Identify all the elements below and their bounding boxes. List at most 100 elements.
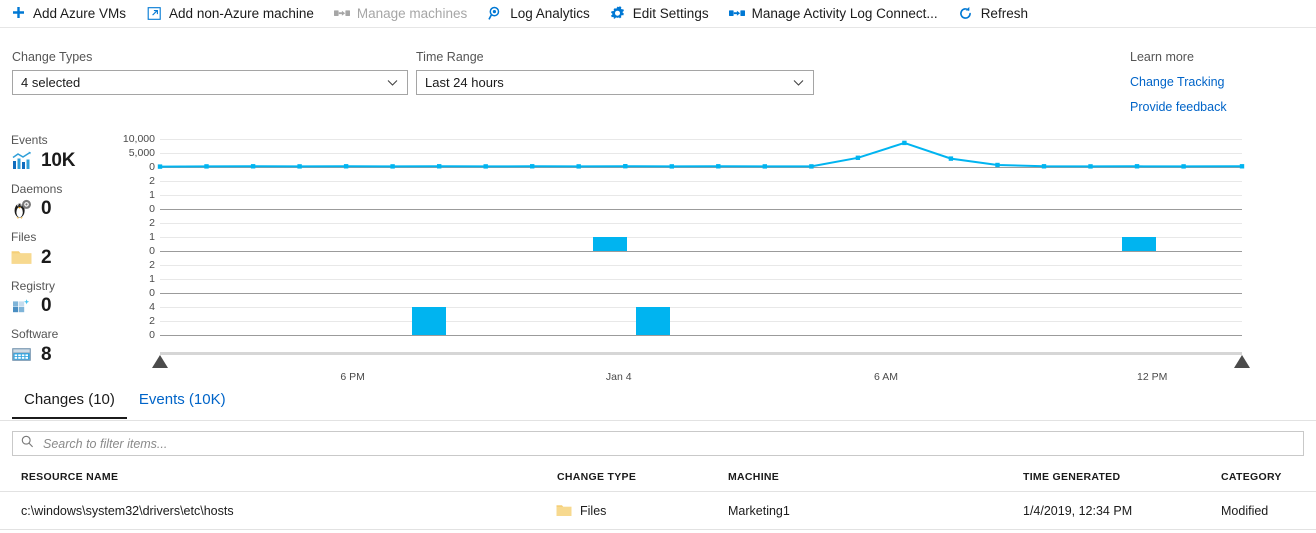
kpi-value: 0	[41, 295, 52, 316]
chart-gridline	[160, 251, 1242, 252]
toolbar-button-label: Manage machines	[356, 6, 468, 21]
chart-panel-files: 2 1 0	[110, 218, 1242, 256]
chevron-down-icon	[386, 76, 399, 89]
kpi-daemons: Daemons 0	[11, 182, 111, 222]
table-column-header[interactable]: CATEGORY	[1221, 471, 1316, 483]
chart-y-tick: 1	[149, 273, 155, 285]
chart-bar	[592, 237, 627, 251]
software-icon	[11, 344, 32, 365]
toolbar-button-edit-settings[interactable]: Edit Settings	[600, 0, 719, 28]
chart-y-tick: 10,000	[122, 133, 155, 145]
link-provide-feedback[interactable]: Provide feedback	[1130, 100, 1260, 114]
machines-icon	[728, 6, 745, 22]
toolbar-button-manage-activity-log-connect[interactable]: Manage Activity Log Connect...	[719, 0, 948, 28]
refresh-icon	[958, 6, 974, 22]
kpi-title: Files	[11, 230, 37, 244]
tabs-divider	[0, 420, 1316, 421]
chart-panel-registry: 2 1 0	[110, 260, 1242, 298]
result-tabs: Changes (10) Events (10K)	[12, 391, 238, 419]
table-column-header[interactable]: MACHINE	[728, 471, 1023, 483]
time-range-select[interactable]: Last 24 hours	[416, 70, 814, 95]
kpi-files: Files 2	[11, 230, 111, 270]
toolbar-button-add-non-azure-machine[interactable]: Add non-Azure machine	[136, 0, 324, 28]
chart-y-tick: 0	[149, 287, 155, 299]
toolbar-button-refresh[interactable]: Refresh	[948, 0, 1038, 28]
toolbar-button-label: Add Azure VMs	[33, 6, 127, 21]
folder-icon	[11, 247, 32, 268]
external-link-icon	[146, 6, 162, 22]
chart-gridline	[160, 237, 1242, 238]
chart-gridline	[160, 209, 1242, 210]
table-column-header[interactable]: TIME GENERATED	[1023, 471, 1221, 483]
change-types-value: 4 selected	[21, 75, 81, 90]
chart-x-tick: 12 PM	[1137, 371, 1168, 383]
change-types-select[interactable]: 4 selected	[12, 70, 408, 95]
chart-gridline	[160, 195, 1242, 196]
chart-gridline	[160, 321, 1242, 322]
filter-search-box[interactable]	[12, 431, 1304, 456]
learn-more-label: Learn more	[1130, 50, 1194, 64]
chart-gridline	[160, 181, 1242, 182]
chart-x-tick: 6 AM	[874, 371, 898, 383]
chart-y-tick: 4	[149, 301, 155, 313]
toolbar-button-add-azure-vms[interactable]: Add Azure VMs	[0, 0, 136, 28]
change-tracking-page: Add Azure VMs Add non-Azure machine Manage…	[0, 0, 1316, 533]
toolbar-button-label: Edit Settings	[632, 6, 709, 21]
kpi-title: Registry	[11, 278, 56, 293]
bar-chart-icon	[11, 150, 32, 171]
chart-y-tick: 2	[149, 175, 155, 187]
link-change-tracking[interactable]: Change Tracking	[1130, 75, 1260, 89]
chart-gridline	[160, 223, 1242, 224]
chart-gridline	[160, 265, 1242, 266]
kpi-value: 0	[41, 198, 52, 219]
toolbar-button-label: Manage Activity Log Connect...	[751, 6, 938, 21]
chart-line-series	[157, 139, 1245, 169]
chart-y-tick: 1	[149, 231, 155, 243]
cell-change-type: Files	[556, 504, 728, 518]
toolbar-button-label: Refresh	[980, 6, 1028, 21]
chart-y-tick: 0	[149, 245, 155, 257]
chevron-down-icon	[792, 76, 805, 89]
chart-bar	[1121, 237, 1156, 251]
kpi-title: Events	[11, 133, 48, 147]
chart-gridline	[160, 293, 1242, 294]
cell-machine: Marketing1	[728, 503, 790, 518]
kpi-events: Events 10K	[11, 133, 111, 173]
table-column-header[interactable]: RESOURCE NAME	[0, 471, 556, 483]
chart-y-tick: 0	[149, 203, 155, 215]
tab-changes[interactable]: Changes (10)	[12, 391, 127, 419]
command-toolbar: Add Azure VMs Add non-Azure machine Manage…	[0, 0, 1316, 28]
filter-bar: Change Types 4 selected Time Range Last …	[0, 28, 1316, 114]
chart-panel-daemons: 2 1 0	[110, 176, 1242, 214]
toolbar-button-label: Add non-Azure machine	[169, 6, 314, 21]
chart-panel-events: 10,000 5,000 0	[110, 134, 1245, 172]
chart-panel-software: 4 2 0	[110, 302, 1242, 340]
toolbar-button-label: Log Analytics	[510, 6, 590, 21]
cell-change-type-label: Files	[580, 503, 607, 518]
chart-x-tick: 6 PM	[340, 371, 365, 383]
kpi-rail: Events 10K Daemons 0 Files 2 Registry 0 Software…	[11, 133, 111, 376]
table-row[interactable]: c:\windows\system32\drivers\etc\hosts Fil…	[0, 492, 1316, 530]
search-input[interactable]	[41, 435, 1295, 452]
folder-icon	[556, 504, 572, 517]
time-range-value: Last 24 hours	[425, 75, 504, 90]
chart-y-tick: 1	[149, 189, 155, 201]
plus-icon	[10, 6, 26, 22]
chart-bar	[636, 307, 671, 335]
toolbar-button-manage-machines: Manage machines	[324, 0, 477, 28]
chart-range-handle-left[interactable]	[152, 355, 168, 368]
cell-time-generated: 1/4/2019, 12:34 PM	[1023, 503, 1133, 518]
changes-table: RESOURCE NAME CHANGE TYPE MACHINE TIME GENE…	[0, 462, 1316, 530]
time-range-filter: Time Range Last 24 hours	[416, 50, 814, 95]
chart-x-axis	[160, 352, 1242, 355]
tab-events[interactable]: Events (10K)	[127, 391, 238, 419]
chart-range-handle-right[interactable]	[1234, 355, 1250, 368]
magnifier-icon	[487, 6, 503, 22]
table-column-header[interactable]: CHANGE TYPE	[556, 471, 728, 483]
chart-y-tick: 2	[149, 315, 155, 327]
kpi-title: Software	[11, 327, 59, 341]
machines-icon	[333, 6, 350, 22]
change-timeline-chart: 10,000 5,000 0 2 1 0 2 1 0 2 1 0 4 2 0 6 PM Jan 4 6 AM 12 …	[110, 133, 1250, 383]
toolbar-button-log-analytics[interactable]: Log Analytics	[477, 0, 600, 28]
table-header-row: RESOURCE NAME CHANGE TYPE MACHINE TIME GENE…	[0, 462, 1316, 492]
